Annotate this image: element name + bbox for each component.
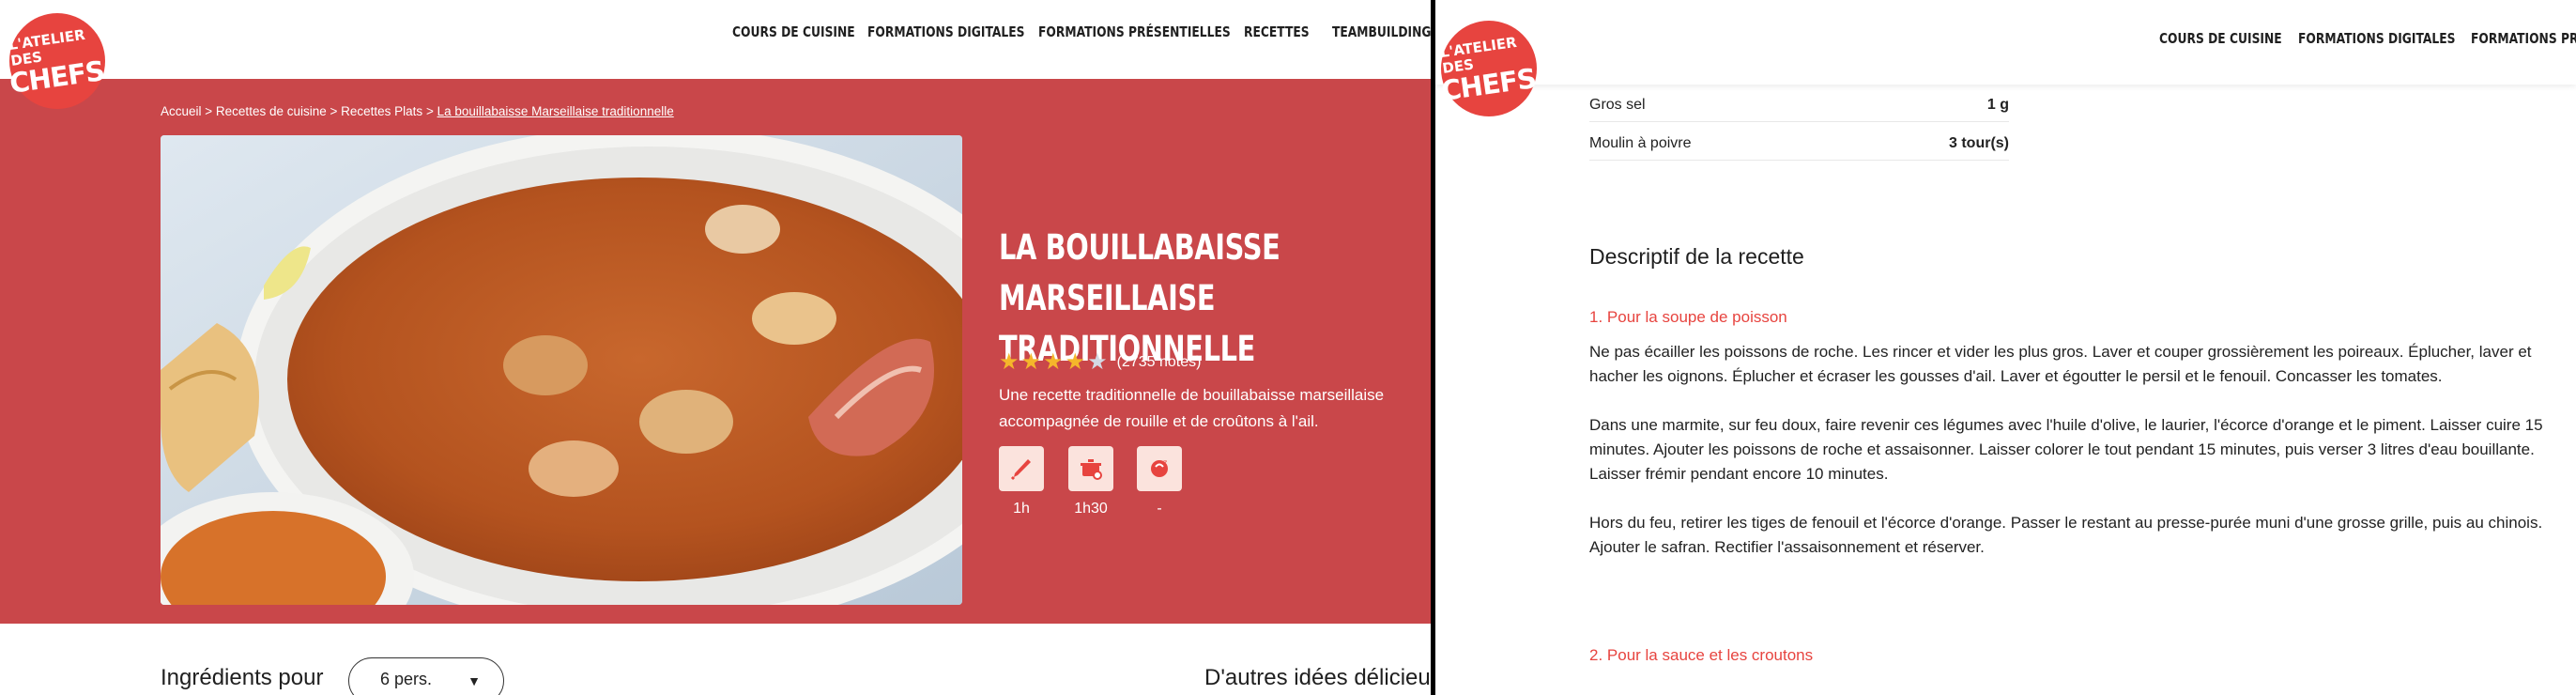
meta-difficulty: z - <box>1137 446 1182 517</box>
meta-prep-time: 1h <box>999 446 1044 517</box>
svg-text:z: z <box>1163 458 1167 467</box>
nav-teambuilding[interactable]: TEAMBUILDING <box>1332 23 1431 40</box>
pot-icon <box>1068 446 1113 491</box>
ingredient-row: Gros sel 1 g <box>1589 84 2009 122</box>
rating[interactable]: ★ ★ ★ ★ ★ (2735 notes) <box>999 351 1201 374</box>
step-line: Ajouter le safran. Rectifier l'assaisonn… <box>1589 538 1985 556</box>
portion-value: 6 pers. <box>380 670 433 688</box>
breadcrumb-home[interactable]: Accueil <box>161 104 202 118</box>
step-2-title: 2. Pour la sauce et les croutons <box>1589 646 1814 664</box>
ingredient-qty: 3 tour(s) <box>1949 135 2009 151</box>
star-filled-icon: ★ <box>1043 349 1064 375</box>
breadcrumb-separator: > <box>422 104 437 118</box>
right-browser-pane: COURS DE CUISINE FORMATIONS DIGITALES FO… <box>1435 0 2576 695</box>
more-ideas-heading: D'autres idées délicieu <box>1204 665 1431 690</box>
step-1-text: Ne pas écailler les poissons de roche. L… <box>1589 340 2566 584</box>
step-1-title: 1. Pour la soupe de poisson <box>1589 308 1787 326</box>
star-empty-icon: ★ <box>1087 349 1108 375</box>
step-line: Laisser frémir pendant encore 10 minutes… <box>1589 465 1889 483</box>
recipe-hero: Accueil > Recettes de cuisine > Recettes… <box>0 79 1431 624</box>
nav-formations-digitales[interactable]: FORMATIONS DIGITALES <box>867 23 1025 40</box>
star-filled-icon: ★ <box>1020 349 1042 375</box>
nav-formations-presentielles[interactable]: FORMATIONS PRÉSENTIELLES <box>1038 23 1231 40</box>
breadcrumb-current[interactable]: La bouillabaisse Marseillaise traditionn… <box>437 104 674 118</box>
site-header-sticky: COURS DE CUISINE FORMATIONS DIGITALES FO… <box>1435 0 2576 85</box>
left-browser-pane: COURS DE CUISINE FORMATIONS DIGITALES FO… <box>0 0 1431 695</box>
main-nav: COURS DE CUISINE FORMATIONS DIGITALES FO… <box>732 23 1431 41</box>
ingredients-table: Gros sel 1 g Moulin à poivre 3 tour(s) <box>1589 84 2009 161</box>
star-filled-icon: ★ <box>999 349 1020 375</box>
caret-down-icon: ▼ <box>468 673 481 688</box>
ingredient-qty: 1 g <box>1986 97 2009 113</box>
chef-hat-icon: z <box>1137 446 1182 491</box>
breadcrumb: Accueil > Recettes de cuisine > Recettes… <box>161 104 674 118</box>
breadcrumb-separator: > <box>326 104 342 118</box>
breadcrumb-recettes-cuisine[interactable]: Recettes de cuisine <box>216 104 327 118</box>
meta-difficulty-label: - <box>1157 501 1162 517</box>
rating-count: (2735 notes) <box>1116 354 1202 370</box>
ingredient-name: Moulin à poivre <box>1589 135 1692 151</box>
site-logo[interactable]: L'ATELIER DES CHEFS <box>8 13 106 109</box>
meta-cook-label: 1h30 <box>1074 501 1108 517</box>
step-paragraph: Ne pas écailler les poissons de roche. L… <box>1589 343 2532 385</box>
step-line: Dans une marmite, sur feu doux, faire re… <box>1589 416 2543 458</box>
recipe-description: Une recette traditionnelle de bouillabai… <box>999 386 1385 430</box>
site-header: COURS DE CUISINE FORMATIONS DIGITALES FO… <box>0 0 1431 79</box>
breadcrumb-recettes-plats[interactable]: Recettes Plats <box>341 104 422 118</box>
nav-formations-digitales[interactable]: FORMATIONS DIGITALES <box>2298 30 2456 47</box>
step-paragraph: Dans une marmite, sur feu doux, faire re… <box>1589 413 2566 486</box>
step-line: Hors du feu, retirer les tiges de fenoui… <box>1589 514 2543 532</box>
ingredients-for-label: Ingrédients pour <box>161 665 324 690</box>
main-nav: COURS DE CUISINE FORMATIONS DIGITALES FO… <box>2159 30 2576 48</box>
ingredient-name: Gros sel <box>1589 97 1646 113</box>
nav-cours-de-cuisine[interactable]: COURS DE CUISINE <box>732 23 855 40</box>
recipe-steps-title: Descriptif de la recette <box>1589 244 1804 269</box>
breadcrumb-separator: > <box>201 104 216 118</box>
nav-cours-de-cuisine[interactable]: COURS DE CUISINE <box>2159 30 2282 47</box>
recipe-photo <box>161 135 962 605</box>
knife-icon <box>999 446 1044 491</box>
portion-select[interactable]: 6 pers. ▼ <box>348 657 504 695</box>
star-filled-icon: ★ <box>1065 349 1086 375</box>
meta-cook-time: 1h30 <box>1068 446 1113 517</box>
nav-formations-presentielles[interactable]: FORMATIONS PRÉ <box>2471 30 2576 47</box>
meta-prep-label: 1h <box>1013 501 1030 517</box>
site-logo[interactable]: L'ATELIER DES CHEFS <box>1439 21 1538 116</box>
recipe-title-line1: LA BOUILLABAISSE MARSEILLAISE <box>999 227 1280 318</box>
ingredient-row: Moulin à poivre 3 tour(s) <box>1589 122 2009 161</box>
step-paragraph: Hors du feu, retirer les tiges de fenoui… <box>1589 511 2566 560</box>
nav-recettes[interactable]: RECETTES <box>1244 23 1310 40</box>
